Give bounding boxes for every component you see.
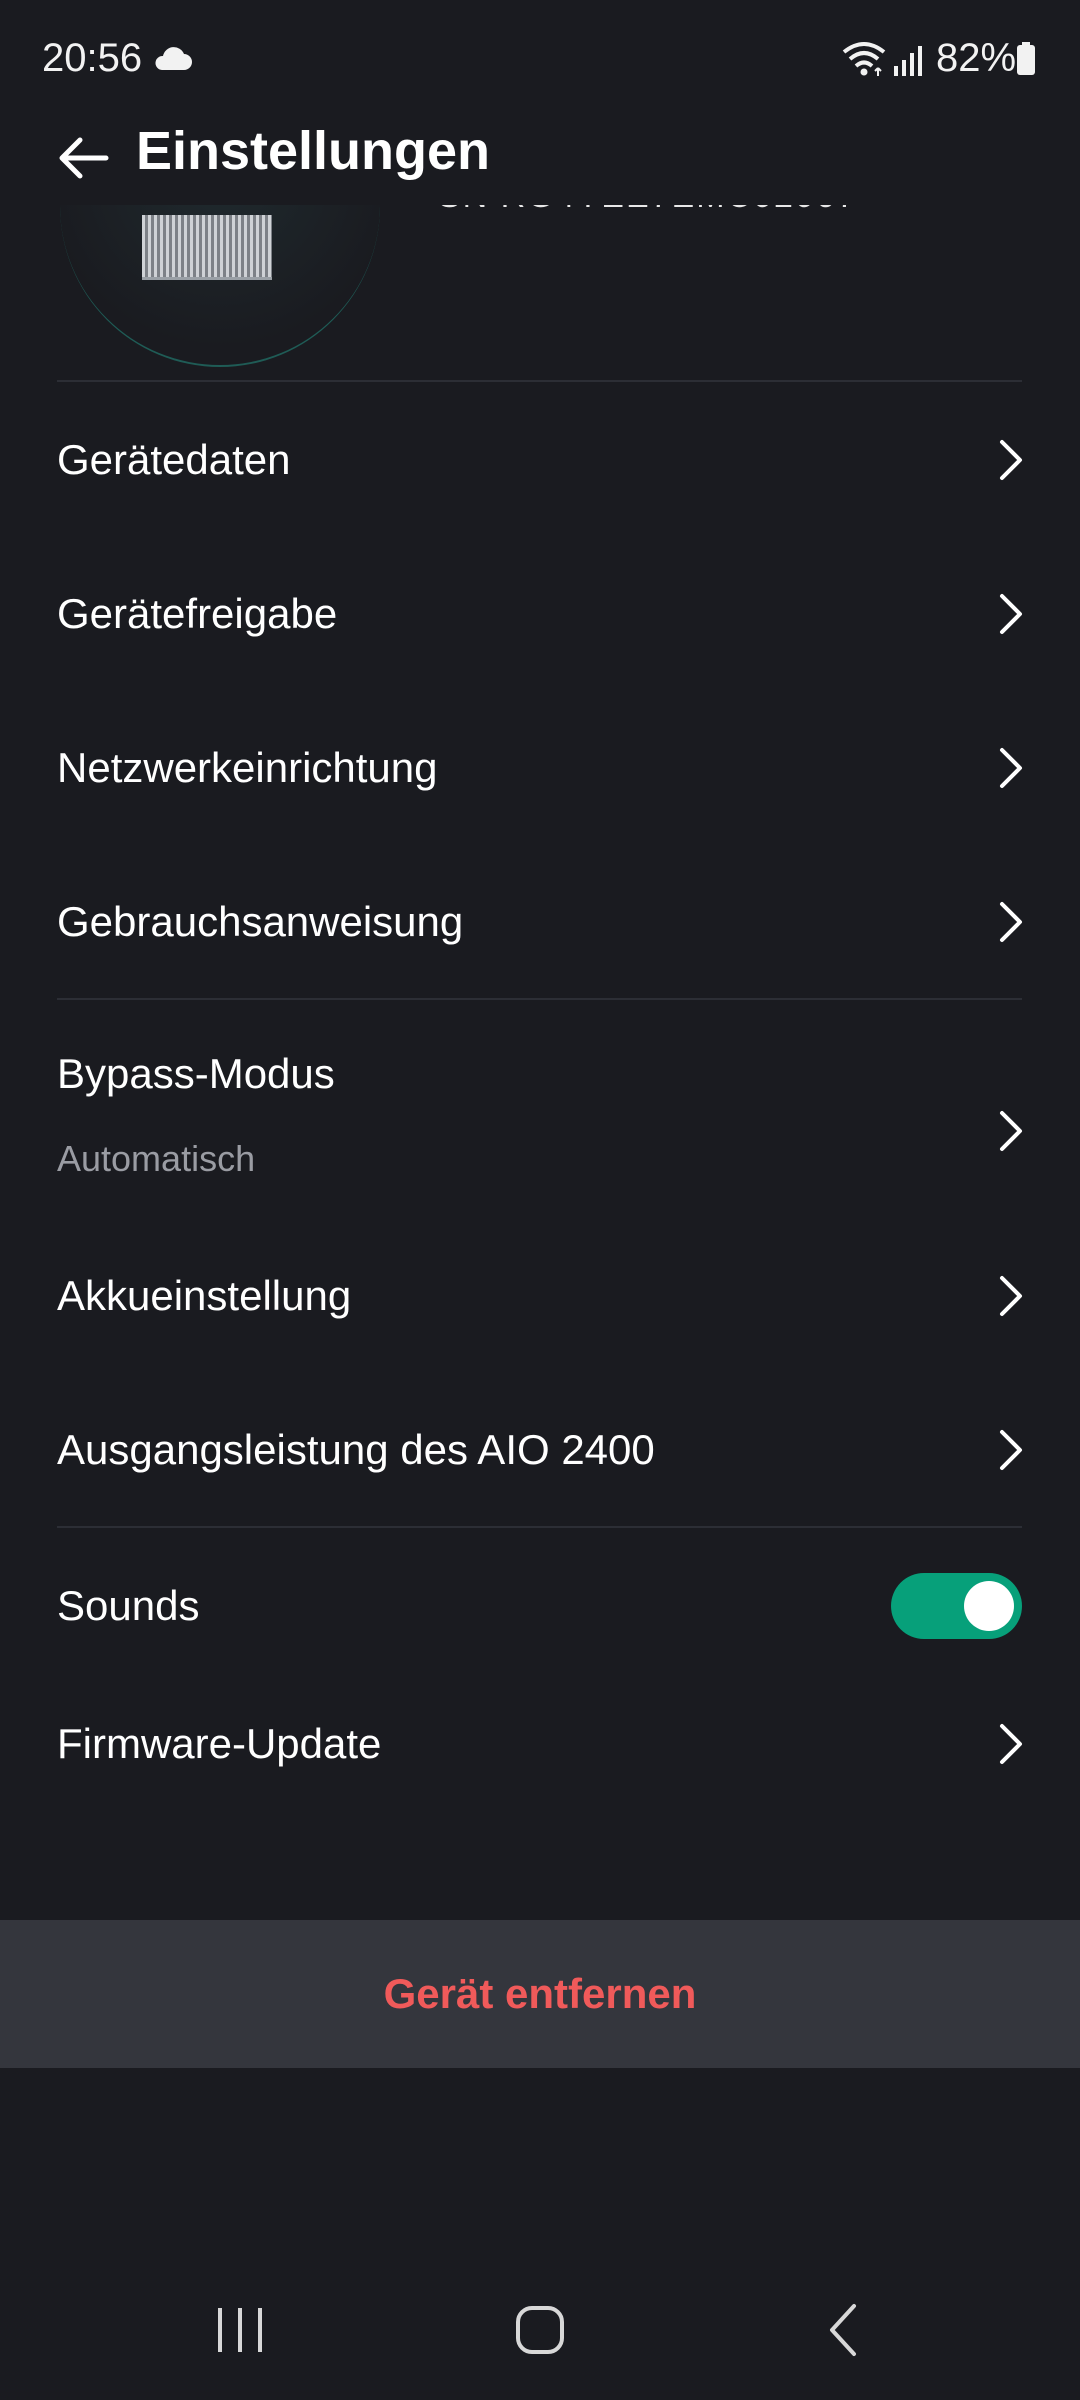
menu-item-geraetefreigabe[interactable]: Gerätefreigabe — [0, 554, 1080, 674]
menu-item-sounds: Sounds — [0, 1546, 1080, 1666]
menu-item-label: Bypass-Modus — [57, 1050, 335, 1097]
menu-item-value: Automatisch — [57, 1138, 256, 1179]
menu-item-label: Firmware-Update — [57, 1720, 382, 1767]
remove-device-label: Gerät entfernen — [383, 1970, 697, 2017]
device-preview: SN RG4YEE7EMC02067 — [0, 205, 1080, 380]
page-title: Einstellungen — [136, 121, 491, 181]
chevron-right-icon — [1000, 440, 1022, 480]
device-image — [142, 215, 272, 280]
chevron-right-icon — [1000, 1111, 1022, 1151]
system-nav-bar — [0, 2280, 1080, 2380]
menu-item-label: Gerätedaten — [57, 436, 291, 483]
cloud-icon — [155, 47, 192, 70]
app-header: Einstellungen — [0, 110, 1080, 220]
menu-item-label: Akkueinstellung — [57, 1272, 352, 1319]
chevron-right-icon — [1000, 748, 1022, 788]
sounds-toggle[interactable] — [891, 1573, 1022, 1639]
menu-item-ausgangsleistung[interactable]: Ausgangsleistung des AIO 2400 — [0, 1390, 1080, 1510]
status-time: 20:56 — [42, 36, 143, 80]
chevron-right-icon — [1000, 902, 1022, 942]
status-bar: 20:56 82% — [0, 0, 1080, 120]
menu-item-label: Ausgangsleistung des AIO 2400 — [57, 1426, 655, 1473]
menu-item-label: Gerätefreigabe — [57, 590, 338, 637]
home-icon[interactable] — [510, 2300, 570, 2360]
toggle-knob — [964, 1581, 1014, 1631]
menu-item-geraetedaten[interactable]: Gerätedaten — [0, 400, 1080, 520]
remove-device-button[interactable]: Gerät entfernen — [0, 1920, 1080, 2068]
recents-icon[interactable] — [210, 2304, 270, 2356]
menu-item-netzwerkeinrichtung[interactable]: Netzwerkeinrichtung — [0, 708, 1080, 828]
chevron-right-icon — [1000, 1724, 1022, 1764]
divider — [57, 380, 1022, 382]
chevron-right-icon — [1000, 1276, 1022, 1316]
menu-item-akkueinstellung[interactable]: Akkueinstellung — [0, 1236, 1080, 1356]
divider — [57, 998, 1022, 1000]
arrow-left-icon[interactable] — [52, 126, 116, 190]
menu-item-label: Sounds — [57, 1582, 200, 1629]
menu-item-firmware-update[interactable]: Firmware-Update — [0, 1684, 1080, 1804]
chevron-right-icon — [1000, 594, 1022, 634]
signal-icon — [894, 46, 922, 76]
battery-icon — [1017, 42, 1035, 75]
menu-item-bypass-modus[interactable]: Bypass-Modus Automatisch — [0, 1020, 1080, 1200]
device-serial: SN RG4YEE7EMC02067 — [438, 205, 858, 216]
battery-percent: 82% — [936, 36, 1017, 80]
menu-item-label: Netzwerkeinrichtung — [57, 744, 438, 791]
wifi-icon — [842, 42, 886, 76]
back-icon[interactable] — [818, 2298, 870, 2362]
menu-item-gebrauchsanweisung[interactable]: Gebrauchsanweisung — [0, 862, 1080, 982]
menu-item-label: Gebrauchsanweisung — [57, 898, 464, 945]
chevron-right-icon — [1000, 1430, 1022, 1470]
divider — [57, 1526, 1022, 1528]
